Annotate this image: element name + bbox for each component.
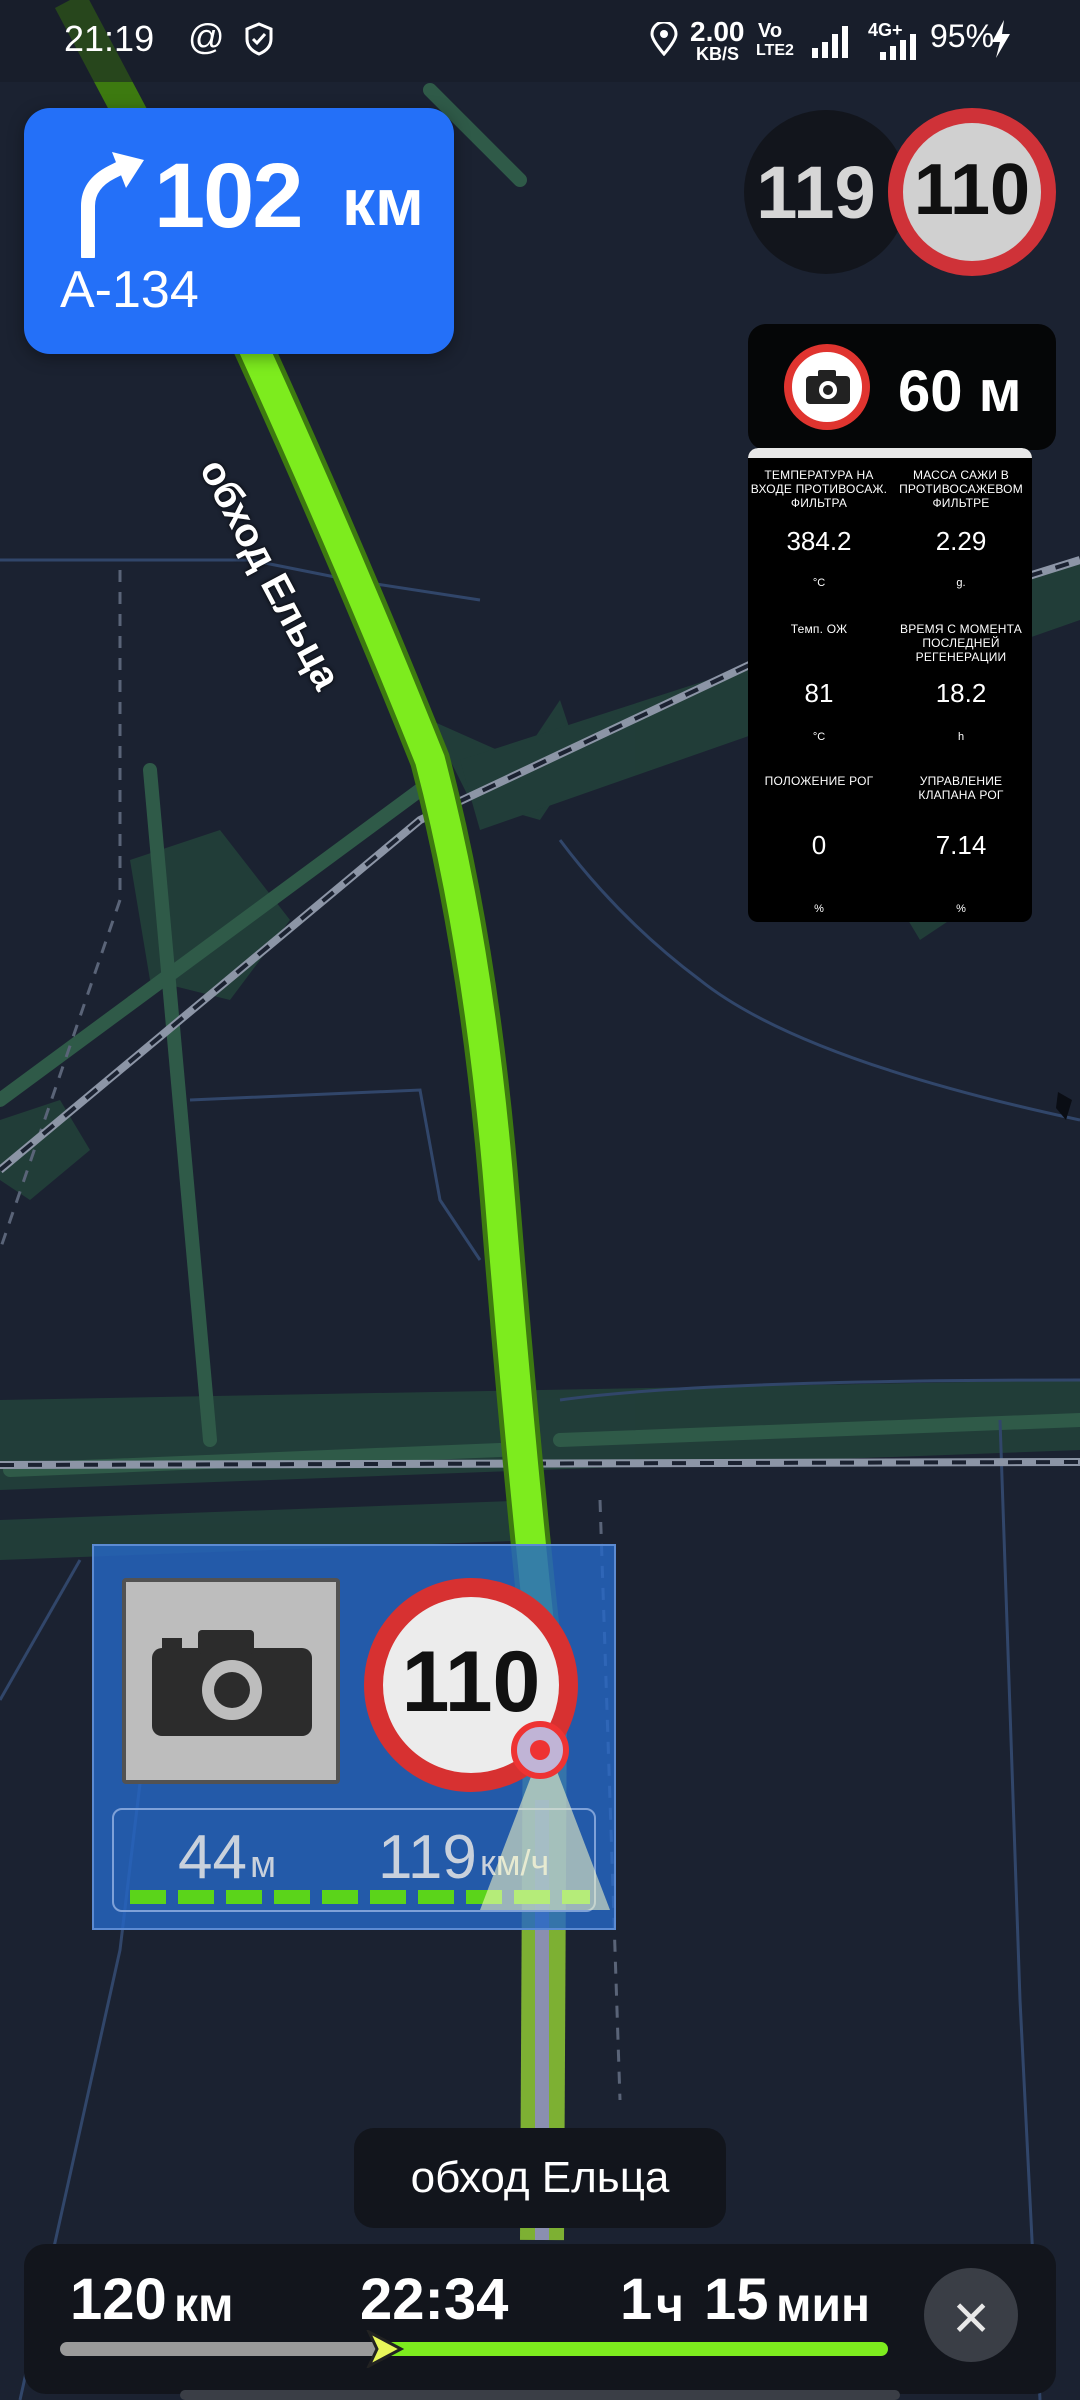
current-street-label: обход Ельца [354, 2128, 726, 2228]
current-speed-value: 119 [756, 151, 876, 234]
obd-unit: °C [812, 577, 826, 589]
current-speed-badge: 119 [744, 110, 908, 274]
at-sign-icon: @ [188, 16, 225, 57]
battery-percent: 95% [930, 18, 995, 54]
obd-value: 0 [811, 830, 827, 860]
maneuver-distance-value: 102 [154, 145, 303, 247]
obd-unit: % [814, 903, 824, 915]
eta-minutes-unit: мин [776, 2279, 871, 2332]
obd-unit: h [957, 731, 965, 743]
maneuver-distance-unit: км [342, 165, 424, 239]
volte-bottom: LTE2 [756, 42, 794, 59]
obd-label: ТЕМПЕРАТУРА НА ВХОДЕ ПРОТИВОСАЖ. ФИЛЬТРА [750, 468, 888, 510]
speed-limit-sign: 110 [888, 108, 1056, 276]
obd-label: ПОЛОЖЕНИЕ РОГ [764, 774, 874, 788]
signal-strength-icon-2 [880, 34, 916, 60]
maneuver-road-name: А-134 [60, 261, 199, 319]
obd-label: УПРАВЛЕНИЕ КЛАПАНА РОГ [918, 774, 1004, 802]
net-speed-unit: KB/S [696, 44, 740, 64]
obd-unit: g. [956, 577, 966, 589]
trip-summary-panel[interactable]: 120 км 22:34 1 ч 15 мин × [24, 2244, 1056, 2394]
turn-right-arrow-icon [81, 152, 144, 258]
camera-sign [784, 344, 870, 430]
eta-hours-unit: ч [656, 2279, 684, 2332]
obd-cell-egr-valve: УПРАВЛЕНИЕ КЛАПАНА РОГ 7.14 % [890, 774, 1032, 915]
location-pin-icon [650, 22, 678, 56]
obd-label: Темп. ОЖ [790, 622, 848, 636]
remaining-distance-value: 120 [70, 2267, 167, 2332]
camera-distance-value: 44 [178, 1823, 247, 1892]
eta-minutes-value: 15 [704, 2267, 769, 2332]
close-icon: × [952, 2281, 990, 2353]
obd-unit: % [956, 903, 966, 915]
obd-value: 18.2 [935, 678, 987, 708]
arrival-time: 22:34 [360, 2267, 509, 2332]
camera-icon [152, 1630, 312, 1736]
obd-panel-top-bar [748, 448, 1032, 458]
close-route-button[interactable]: × [924, 2268, 1018, 2362]
camera-icon [806, 370, 850, 404]
eta-hours-value: 1 [620, 2267, 653, 2332]
volte-top: Vo [758, 20, 783, 42]
signal-strength-icon [812, 26, 848, 58]
remaining-distance-unit: км [174, 2279, 234, 2332]
trip-progress-marker-icon [366, 2330, 405, 2368]
obd-label: МАССА САЖИ В ПРОТИВОСАЖЕВОМ ФИЛЬТРЕ [899, 468, 1023, 510]
speed-limit-value: 110 [913, 150, 1031, 230]
obd-cell-egr-position: ПОЛОЖЕНИЕ РОГ 0 % [748, 774, 890, 915]
trip-progress-completed [60, 2342, 383, 2356]
trip-progress-remaining [383, 2342, 888, 2356]
obd-diagnostics-panel: ТЕМПЕРАТУРА НА ВХОДЕ ПРОТИВОСАЖ. ФИЛЬТРА… [748, 448, 1032, 922]
obd-value: 7.14 [935, 830, 987, 860]
camera-distance: 60 м [898, 359, 1022, 424]
widget-speed-limit-value: 110 [401, 1634, 541, 1730]
obd-cell-soot-mass: МАССА САЖИ В ПРОТИВОСАЖЕВОМ ФИЛЬТРЕ 2.29… [890, 468, 1032, 589]
status-bar: 21:19 @ 2.00 KB/S Vo LTE2 4G+ 95% [0, 0, 1080, 82]
gesture-nav-handle[interactable] [180, 2390, 900, 2400]
obd-cell-regen-time: ВРЕМЯ С МОМЕНТА ПОСЛЕДНЕЙ РЕГЕНЕРАЦИИ 18… [890, 622, 1032, 743]
maneuver-card[interactable]: 102 км А-134 [24, 108, 454, 354]
obd-unit: °C [812, 731, 826, 743]
camera-sign-square [122, 1578, 340, 1784]
camera-alert-card[interactable]: 60 м [748, 324, 1056, 450]
status-time: 21:19 [64, 18, 155, 59]
widget-speed-value: 119 [378, 1823, 477, 1892]
shield-check-icon [245, 22, 273, 56]
obd-value: 2.29 [935, 526, 987, 556]
obd-value: 81 [804, 678, 834, 708]
camera-distance-unit: м [250, 1844, 277, 1886]
obd-cell-coolant-temp: Темп. ОЖ 81 °C [748, 622, 890, 743]
vehicle-position-marker [480, 1721, 610, 1910]
obd-cell-dpf-temp: ТЕМПЕРАТУРА НА ВХОДЕ ПРОТИВОСАЖ. ФИЛЬТРА… [748, 468, 890, 589]
obd-label: ВРЕМЯ С МОМЕНТА ПОСЛЕДНЕЙ РЕГЕНЕРАЦИИ [900, 622, 1022, 664]
obd-value: 384.2 [786, 526, 852, 556]
charging-bolt-icon [992, 20, 1010, 58]
